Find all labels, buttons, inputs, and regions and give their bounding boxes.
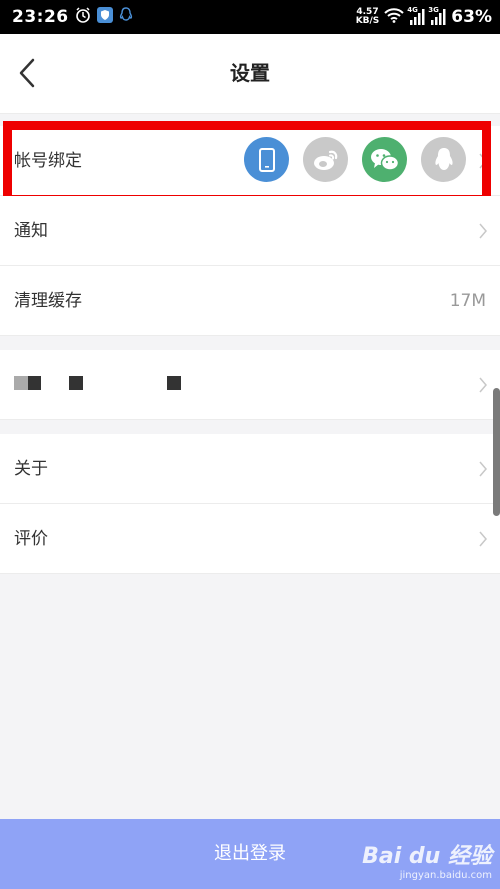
app-header: 设置 [0, 34, 500, 114]
rate-label: 评价 [14, 529, 48, 549]
status-time: 23:26 [12, 7, 69, 27]
settings-row-clear-cache[interactable]: 清理缓存 17M [0, 266, 500, 336]
watermark-url: jingyan.baidu.com [399, 870, 492, 881]
alarm-icon [75, 7, 91, 27]
qq-icon[interactable] [421, 137, 466, 182]
scrollbar-thumb[interactable] [493, 388, 500, 516]
settings-row-redacted[interactable] [0, 350, 500, 420]
net-speed-unit: KB/S [355, 16, 380, 26]
wechat-icon[interactable] [362, 137, 407, 182]
redaction-block [167, 376, 181, 390]
shield-app-icon [96, 7, 113, 27]
page-title: 设置 [230, 61, 270, 85]
chevron-right-icon [479, 377, 487, 393]
signal-4g-label: 4G [407, 6, 418, 14]
watermark-brand: Bai du 经验 [362, 844, 492, 869]
cache-size-value: 17M [449, 291, 486, 311]
signal-3g-label: 3G [428, 6, 439, 14]
wifi-icon [384, 7, 405, 27]
clear-cache-label: 清理缓存 [14, 291, 82, 311]
account-binding-label: 帐号绑定 [14, 151, 82, 171]
qq-status-icon [119, 7, 133, 27]
chevron-left-icon [19, 58, 35, 88]
chevron-right-icon [479, 223, 487, 239]
net-speed: 4.57 KB/S [356, 8, 380, 26]
chevron-right-icon [479, 531, 487, 547]
watermark: Bai du 经验 jingyan.baidu.com [362, 838, 492, 881]
signal-4g-icon: 4G [407, 6, 425, 25]
redaction-block [28, 376, 41, 390]
settings-row-rate[interactable]: 评价 [0, 504, 500, 574]
chevron-right-icon [479, 461, 487, 477]
about-label: 关于 [14, 459, 48, 479]
signal-3g-icon: 3G [428, 6, 446, 25]
settings-row-notification[interactable]: 通知 [0, 196, 500, 266]
notification-label: 通知 [14, 221, 48, 241]
status-bar: 23:26 4.57 KB/S 4G 3G 63% [0, 0, 500, 34]
redaction-block [14, 376, 28, 390]
settings-row-about[interactable]: 关于 [0, 434, 500, 504]
weibo-icon[interactable] [303, 137, 348, 182]
back-button[interactable] [14, 58, 44, 88]
redaction-block [69, 376, 83, 390]
battery-percent: 63% [451, 7, 492, 27]
binding-provider-icons [244, 137, 466, 182]
phone-icon[interactable] [244, 137, 289, 182]
chevron-right-icon [479, 153, 487, 169]
